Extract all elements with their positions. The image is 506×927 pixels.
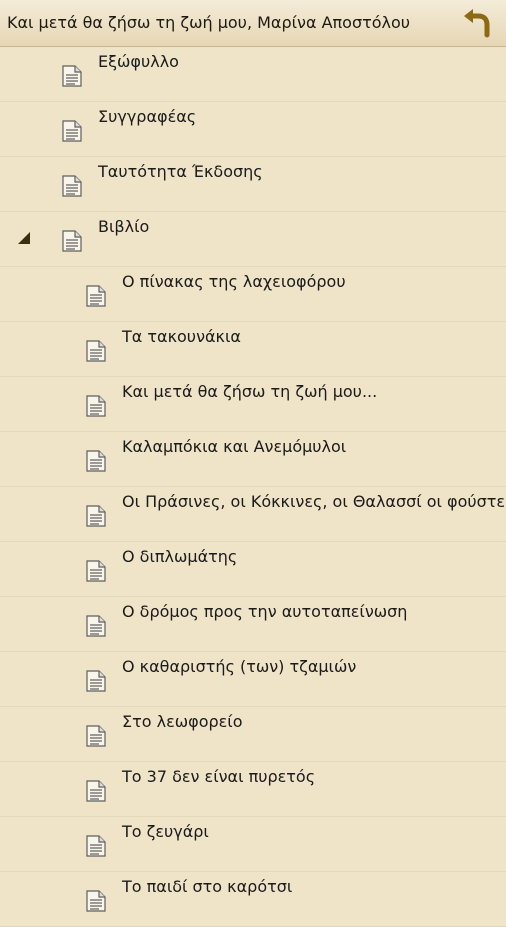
toc-item[interactable]: Στο λεωφορείο [0, 707, 506, 762]
toc-item-label: Εξώφυλλο [98, 52, 179, 71]
toc-item-label: Και μετά θα ζήσω τη ζωή μου... [122, 382, 378, 401]
toc-item-label: Το παιδί στο καρότσι [122, 877, 293, 896]
toc-item[interactable]: Εξώφυλλο [0, 47, 506, 102]
document-icon [86, 450, 106, 472]
toc-item[interactable]: Τα τακουνάκια [0, 322, 506, 377]
toc-item-label: Το ζευγάρι [122, 822, 209, 841]
document-icon [62, 230, 82, 252]
toc-item-label: Ταυτότητα Έκδοσης [98, 162, 263, 181]
toc-item[interactable]: Ο καθαριστής (των) τζαμιών [0, 652, 506, 707]
document-icon [86, 340, 106, 362]
toc-item-label: Ο διπλωμάτης [122, 547, 238, 566]
toc-item[interactable]: Βιβλίο [0, 212, 506, 267]
document-icon [86, 725, 106, 747]
expand-triangle-icon[interactable] [18, 232, 30, 244]
document-icon [86, 835, 106, 857]
toc-item-label: Στο λεωφορείο [122, 712, 243, 731]
document-icon [62, 175, 82, 197]
back-arrow-icon[interactable] [460, 7, 496, 41]
toc-item[interactable]: Συγγραφέας [0, 102, 506, 157]
document-icon [86, 890, 106, 912]
document-icon [86, 395, 106, 417]
toc-item-label: Το 37 δεν είναι πυρετός [122, 767, 316, 786]
toc-item[interactable]: Ταυτότητα Έκδοσης [0, 157, 506, 212]
toc-item[interactable]: Το 37 δεν είναι πυρετός [0, 762, 506, 817]
toc-item[interactable]: Ο δρόμος προς την αυτοταπείνωση [0, 597, 506, 652]
title-bar: Και μετά θα ζήσω τη ζωή μου, Μαρίνα Αποσ… [0, 0, 506, 47]
document-icon [86, 780, 106, 802]
toc-item[interactable]: Καλαμπόκια και Ανεμόμυλοι [0, 432, 506, 487]
toc-item[interactable]: Και μετά θα ζήσω τη ζωή μου... [0, 377, 506, 432]
document-icon [86, 615, 106, 637]
book-title: Και μετά θα ζήσω τη ζωή μου, Μαρίνα Αποσ… [7, 13, 411, 32]
toc-item-label: Καλαμπόκια και Ανεμόμυλοι [122, 437, 347, 456]
document-icon [62, 65, 82, 87]
toc-item[interactable]: Ο διπλωμάτης [0, 542, 506, 597]
document-icon [86, 560, 106, 582]
toc-item-label: Βιβλίο [98, 217, 150, 236]
toc-item-label: Ο δρόμος προς την αυτοταπείνωση [122, 602, 408, 621]
toc-item-label: Ο πίνακας της λαχειοφόρου [122, 272, 346, 291]
document-icon [86, 285, 106, 307]
table-of-contents: Εξώφυλλο Συγγραφέας Ταυτότητα Έκδοσης Βιβλί… [0, 47, 506, 927]
toc-item-label: Συγγραφέας [98, 107, 197, 126]
document-icon [86, 505, 106, 527]
toc-item[interactable]: Ο πίνακας της λαχειοφόρου [0, 267, 506, 322]
document-icon [86, 670, 106, 692]
toc-item-label: Ο καθαριστής (των) τζαμιών [122, 657, 357, 676]
document-icon [62, 120, 82, 142]
toc-item-label: Τα τακουνάκια [122, 327, 241, 346]
toc-item[interactable]: Το ζευγάρι [0, 817, 506, 872]
toc-item-label: Οι Πράσινες, οι Κόκκινες, οι Θαλασσί οι … [122, 492, 506, 511]
toc-item[interactable]: Οι Πράσινες, οι Κόκκινες, οι Θαλασσί οι … [0, 487, 506, 542]
